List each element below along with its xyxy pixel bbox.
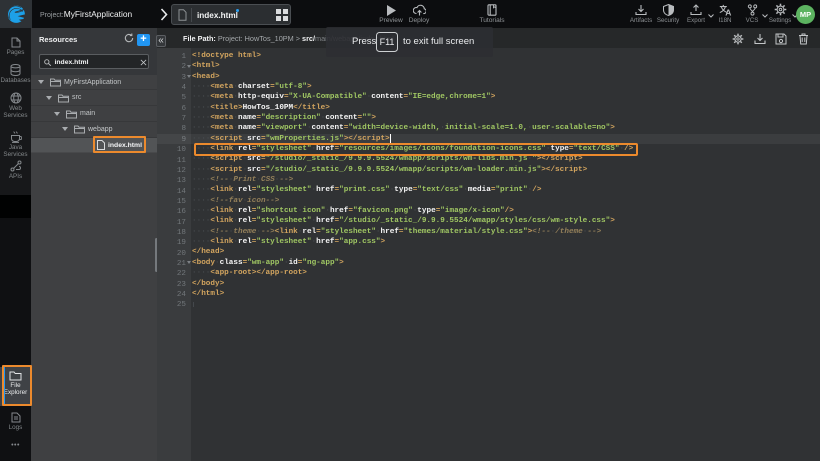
svg-text:A: A bbox=[725, 8, 731, 17]
